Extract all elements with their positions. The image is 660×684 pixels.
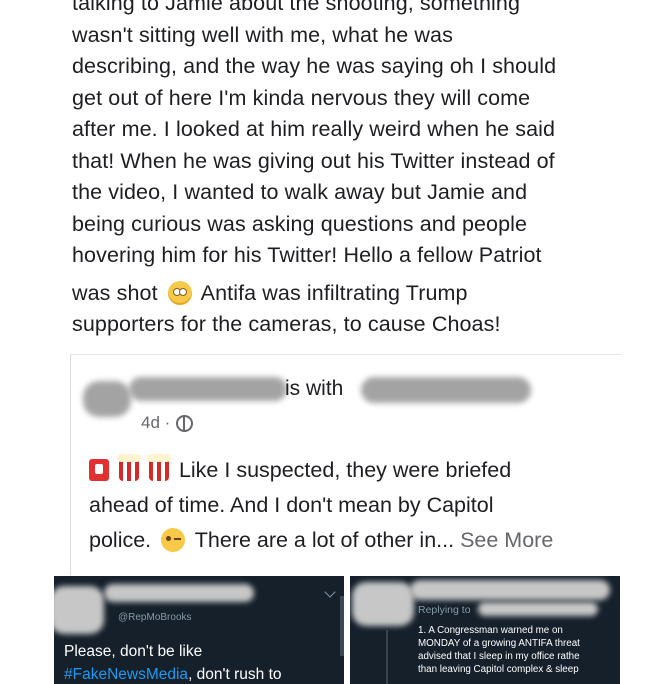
tweet-image-left[interactable]: @RepMoBrooks Please, don't be like #Fake…	[54, 576, 344, 684]
post-line: being curious was asking questions and p…	[72, 211, 528, 236]
see-more-link[interactable]: See More	[460, 528, 553, 552]
red-box-icon	[89, 459, 109, 481]
winking-face-icon	[161, 528, 186, 552]
post-timestamp[interactable]: 4d ·	[141, 413, 170, 433]
post-line: talking to Jamie about the shooting, som…	[72, 0, 521, 15]
shared-line: Like I suspected, they were briefed	[89, 453, 619, 488]
shared-post-body: Like I suspected, they were briefed ahea…	[89, 453, 619, 558]
popcorn-icon	[116, 454, 141, 481]
post-line: supporters for the cameras, to cause Cho…	[72, 312, 501, 336]
post-line: describing, and the way he was saying oh…	[72, 54, 557, 78]
tweet-handle: @RepMoBrooks	[118, 612, 192, 623]
globe-icon	[176, 414, 194, 432]
redacted-avatar	[352, 582, 414, 626]
post-line: after me. I looked at him really weird w…	[72, 117, 556, 141]
post-line: hovering him for his Twitter! Hello a fe…	[72, 243, 542, 267]
hashtag-link[interactable]: #FakeNewsMedia	[64, 666, 188, 683]
post-line-emoji: was shot Antifa was infiltrating Trump	[72, 280, 468, 305]
is-with-label: is with	[285, 377, 344, 400]
tweet-body: Please, don't be like #FakeNewsMedia, do…	[64, 643, 282, 683]
post-line: that! When he was giving out his Twitter…	[72, 148, 555, 173]
shared-line: ahead of time. And I don't mean by Capit…	[89, 493, 494, 517]
redacted-display-name	[104, 584, 254, 602]
popcorn-icon	[146, 454, 171, 481]
tweet-body: 1. A Congressman warned me on MONDAY of …	[418, 625, 580, 675]
redacted-author-name[interactable]	[129, 377, 287, 401]
tweet-image-right[interactable]: Replying to 1. A Congressman warned me o…	[350, 576, 620, 684]
post-line: get out of here I'm kinda nervous they w…	[72, 85, 531, 110]
post-meta: 4d ·	[141, 413, 194, 433]
flushed-face-icon	[167, 280, 192, 305]
redacted-display-name	[410, 580, 610, 600]
shared-line: police. There are a lot of other in... S…	[89, 528, 554, 552]
redacted-avatar	[54, 586, 104, 634]
redacted-tagged-name[interactable]	[361, 377, 531, 403]
thread-line	[386, 630, 388, 684]
post-line: wasn't sitting well with me, what he was	[72, 22, 453, 47]
chevron-down-icon[interactable]	[324, 586, 336, 598]
post-line: the video, I wanted to walk away but Jam…	[72, 180, 528, 204]
post-body: talking to Jamie about the shooting, som…	[72, 0, 632, 341]
replying-to-label: Replying to	[418, 604, 471, 616]
shared-post-card[interactable]: is with 4d · Like I suspected, they were…	[70, 354, 621, 575]
redacted-avatar	[83, 381, 131, 417]
scrollbar	[340, 596, 344, 656]
redacted-reply-handle	[478, 602, 598, 616]
